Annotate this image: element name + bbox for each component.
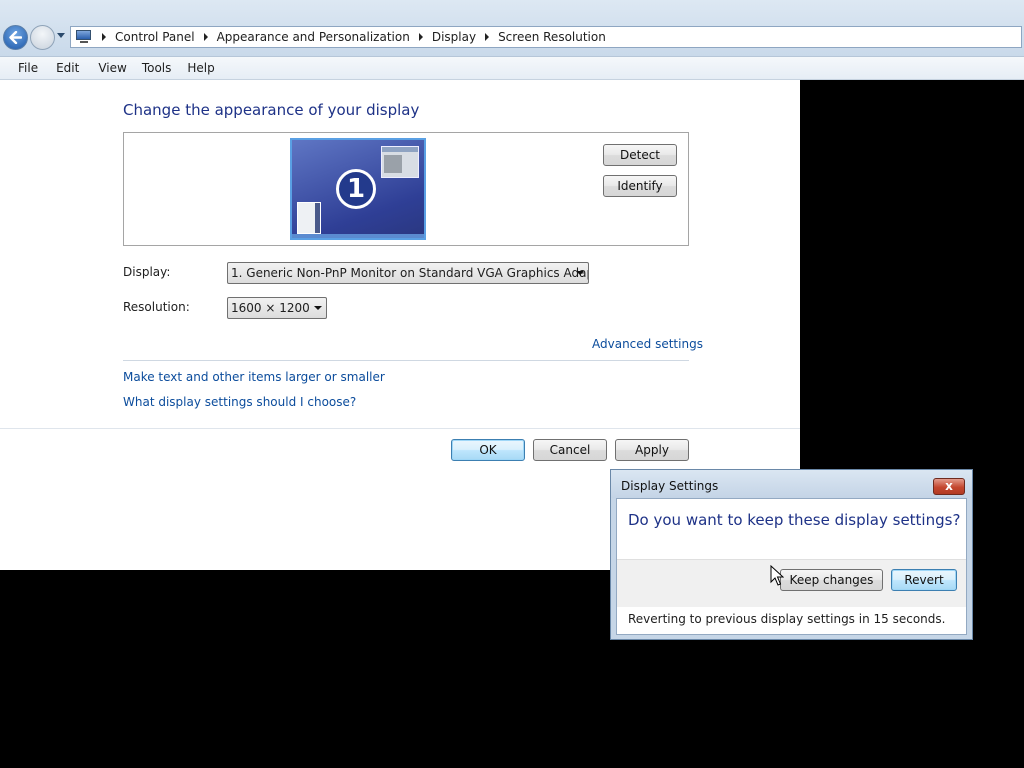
monitor-1-thumbnail[interactable]: 1 [290,138,426,240]
dialog-body: Do you want to keep these display settin… [616,498,967,635]
chevron-down-icon [576,271,584,275]
display-settings-dialog: Display Settings x Do you want to keep t… [610,469,973,640]
address-toolbar: Control Panel Appearance and Personaliza… [0,0,1024,57]
divider [123,360,689,361]
dialog-question: Do you want to keep these display settin… [628,511,961,529]
breadcrumb-screen-resolution[interactable]: Screen Resolution [498,30,606,44]
dialog-title: Display Settings [621,479,719,493]
apply-button[interactable]: Apply [615,439,689,461]
back-arrow-icon [9,31,22,44]
breadcrumb-control-panel[interactable]: Control Panel [115,30,195,44]
close-button[interactable]: x [933,478,965,495]
display-label: Display: [123,265,171,279]
page-title: Change the appearance of your display [123,101,420,119]
control-panel-icon [75,30,93,44]
advanced-settings-link[interactable]: Advanced settings [592,337,703,351]
menu-file[interactable]: File [18,61,38,75]
detect-button[interactable]: Detect [603,144,677,166]
keep-changes-button[interactable]: Keep changes [780,569,883,591]
menu-help[interactable]: Help [187,61,214,75]
breadcrumb-separator-icon[interactable] [102,33,106,41]
breadcrumb-separator-icon[interactable] [485,33,490,41]
resolution-select[interactable]: 1600 × 1200 [227,297,327,319]
back-button[interactable] [3,25,28,50]
monitor-number-badge: 1 [336,169,376,209]
breadcrumb-display[interactable]: Display [432,30,476,44]
display-select[interactable]: 1. Generic Non-PnP Monitor on Standard V… [227,262,589,284]
identify-button[interactable]: Identify [603,175,677,197]
dialog-title-bar[interactable]: Display Settings x [611,470,972,498]
address-bar[interactable]: Control Panel Appearance and Personaliza… [70,26,1022,48]
breadcrumb-appearance[interactable]: Appearance and Personalization [217,30,410,44]
resolution-label: Resolution: [123,300,190,314]
menu-bar: File Edit View Tools Help [0,57,1024,80]
display-settings-help-link[interactable]: What display settings should I choose? [123,395,356,409]
menu-edit[interactable]: Edit [56,61,79,75]
close-icon: x [945,479,953,493]
taskbar-thumbnail [292,234,424,238]
breadcrumb-separator-icon[interactable] [418,33,423,41]
forward-button[interactable] [30,25,55,50]
revert-button[interactable]: Revert [891,569,957,591]
recent-pages-dropdown-icon[interactable] [57,33,65,38]
menu-view[interactable]: View [98,61,126,75]
display-select-value: 1. Generic Non-PnP Monitor on Standard V… [231,266,589,280]
breadcrumb-separator-icon[interactable] [203,33,208,41]
resolution-select-value: 1600 × 1200 [231,301,310,315]
text-size-link[interactable]: Make text and other items larger or smal… [123,370,385,384]
chevron-down-icon [314,306,322,310]
dialog-button-area: Keep changes Revert [617,559,966,607]
cancel-button[interactable]: Cancel [533,439,607,461]
mouse-cursor-icon [770,565,784,586]
window-thumbnail-icon [381,146,419,178]
divider [0,428,800,429]
menu-tools[interactable]: Tools [142,61,172,75]
window-thumbnail-icon [297,202,321,234]
revert-countdown-text: Reverting to previous display settings i… [628,612,946,626]
ok-button[interactable]: OK [451,439,525,461]
